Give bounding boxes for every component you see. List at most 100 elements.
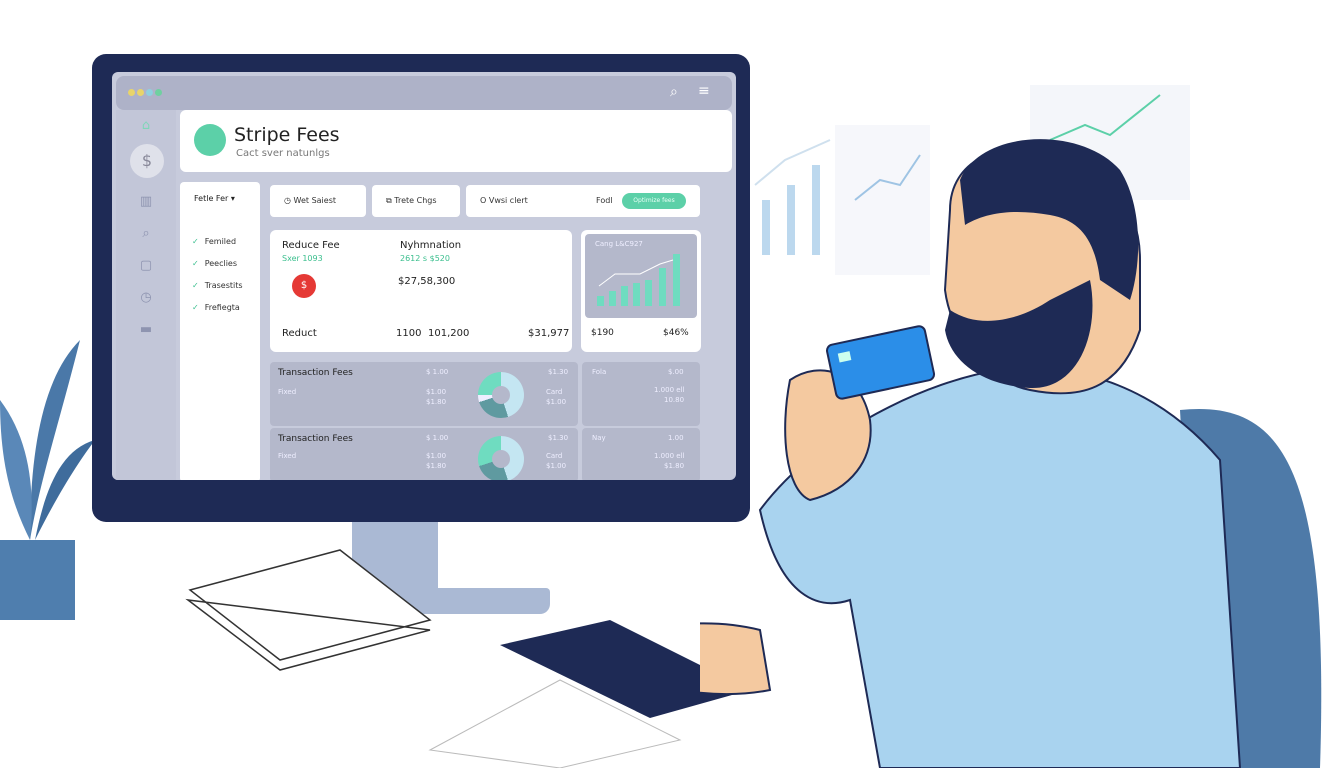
bar-chart-icon[interactable]: ▥ — [138, 194, 154, 209]
summary-title: Nyhmnation — [400, 240, 462, 251]
man-illustration — [700, 139, 1242, 768]
filter-panel: Fetle Fer ▾ ✓ Femiled ✓ Peeclies ✓ Trasesti… — [180, 182, 260, 480]
bar — [645, 280, 652, 306]
row-value: $31,977 — [528, 328, 570, 339]
window-dot[interactable] — [137, 89, 144, 96]
fee-value: $1.30 — [548, 434, 569, 442]
toolbar-label: Fodl — [596, 196, 613, 205]
filter-item-label: Frefiegta — [204, 303, 240, 312]
side-label: Fola — [592, 368, 607, 376]
fee-value: Card — [546, 452, 563, 460]
dashboard-screen: ⌕ ≡ ⌂ $ ▥ ⌕ ▢ ◷ ▬ Stripe Fees Cact sver … — [112, 72, 736, 480]
bar — [597, 296, 604, 306]
side-value: 1.000 ell — [654, 386, 685, 394]
side-value: 10.80 — [664, 396, 685, 404]
window-dot[interactable] — [128, 89, 135, 96]
fee-row: Transaction Fees Fixed $ 1.00 $1.00 $1.8… — [270, 362, 578, 426]
fee-value: $1.80 — [426, 462, 447, 470]
check-icon: ✓ — [192, 237, 199, 246]
summary-amount: $27,58,300 — [398, 276, 456, 287]
side-label: Nay — [592, 434, 606, 442]
search-icon[interactable]: ⌕ — [670, 84, 678, 100]
filter-item-label: Trasestits — [204, 281, 243, 290]
fee-row: Transaction Fees Fixed $ 1.00 $1.00 $1.8… — [270, 428, 578, 480]
summary-title: Reduce Fee — [282, 240, 340, 251]
optimize-button[interactable]: Optimize fees — [622, 193, 686, 209]
check-icon: ✓ — [192, 281, 199, 290]
tab[interactable]: ⧉ Trete Chgs — [372, 185, 460, 217]
filter-item[interactable]: ✓ Peeclies — [192, 259, 237, 268]
home-icon[interactable]: ⌂ — [138, 118, 154, 133]
tab-label: Vwsi clert — [488, 196, 528, 205]
side-value: $.00 — [668, 368, 684, 376]
filter-item-label: Peeclies — [204, 259, 238, 268]
tab-label: Wet Saiest — [293, 196, 337, 205]
summary-sub: 2612 s $520 — [400, 254, 450, 263]
side-value: 1.00 — [668, 434, 684, 442]
filter-label: Fetle Fer — [194, 194, 229, 203]
dollar-icon[interactable]: $ — [130, 144, 164, 178]
filter-item[interactable]: ✓ Frefiegta — [192, 303, 240, 312]
check-icon: ✓ — [192, 259, 199, 268]
lock-icon[interactable]: ▢ — [138, 258, 154, 273]
tab[interactable]: O Vwsi clert Fodl Optimize fees — [466, 185, 700, 217]
side-card: Fola $.00 1.000 ell 10.80 — [582, 362, 700, 426]
fee-value: $1.80 — [426, 398, 447, 406]
fee-title: Transaction Fees — [278, 368, 353, 378]
credit-card — [826, 325, 936, 400]
check-icon: ✓ — [192, 303, 199, 312]
tab[interactable]: ◷ Wet Saiest — [270, 185, 366, 217]
fee-label: Fixed — [278, 452, 297, 460]
filter-item[interactable]: ✓ Femiled — [192, 237, 236, 246]
row-value: 1100 — [396, 328, 422, 339]
side-value: 1.000 ell — [654, 452, 685, 460]
fee-value: $ 1.00 — [426, 434, 449, 442]
bar-chart — [597, 254, 680, 306]
card-icon[interactable]: ▬ — [138, 322, 154, 337]
dollar-icon: $ — [292, 274, 316, 298]
search-icon[interactable]: ⌕ — [138, 226, 154, 241]
summary-sub: Sxer 1093 — [282, 254, 323, 263]
filter-item[interactable]: ✓ Trasestits — [192, 281, 243, 290]
page-header: Stripe Fees Cact sver natunlgs — [180, 110, 732, 172]
side-value: $1.80 — [664, 462, 685, 470]
fee-value: $ 1.00 — [426, 368, 449, 376]
mini-chart: Cang L&C927 — [585, 234, 697, 318]
avatar — [194, 124, 226, 156]
bar — [673, 254, 680, 306]
summary-card: Reduce Fee Sxer 1093 Nyhmnation 2612 s $… — [270, 230, 572, 352]
bar — [659, 268, 666, 306]
plant-illustration — [0, 340, 95, 620]
clock-icon[interactable]: ◷ — [138, 290, 154, 305]
filter-item-label: Femiled — [204, 237, 237, 246]
bar — [621, 286, 628, 306]
window-titlebar: ⌕ ≡ — [116, 76, 732, 110]
row-value: 101,200 — [428, 328, 470, 339]
desk-items — [185, 549, 740, 768]
fee-value: $1.00 — [426, 452, 447, 460]
fee-value: $1.00 — [546, 398, 567, 406]
chart-foot: $46% — [663, 328, 689, 338]
typing-hand — [700, 622, 772, 695]
fee-value: $1.30 — [548, 368, 569, 376]
filter-dropdown[interactable]: Fetle Fer ▾ — [194, 194, 235, 203]
bar — [609, 291, 616, 306]
fee-value: $1.00 — [546, 462, 567, 470]
side-card: Nay 1.00 1.000 ell $1.80 — [582, 428, 700, 480]
sidebar: ⌂ $ ▥ ⌕ ▢ ◷ ▬ — [116, 110, 176, 480]
page-title: Stripe Fees — [234, 124, 340, 146]
chart-foot: $190 — [591, 328, 614, 338]
window-dot[interactable] — [146, 89, 153, 96]
fee-value: Card — [546, 388, 563, 396]
fee-title: Transaction Fees — [278, 434, 353, 444]
window-dot[interactable] — [155, 89, 162, 96]
page-subtitle: Cact sver natunlgs — [236, 148, 330, 159]
donut-chart — [478, 372, 524, 418]
menu-icon[interactable]: ≡ — [698, 83, 710, 99]
fee-label: Fixed — [278, 388, 297, 396]
donut-chart — [478, 436, 524, 480]
fee-value: $1.00 — [426, 388, 447, 396]
chart-card: Cang L&C927 $190 $46% — [581, 230, 701, 352]
row-label: Reduct — [282, 328, 317, 339]
bar — [633, 283, 640, 306]
